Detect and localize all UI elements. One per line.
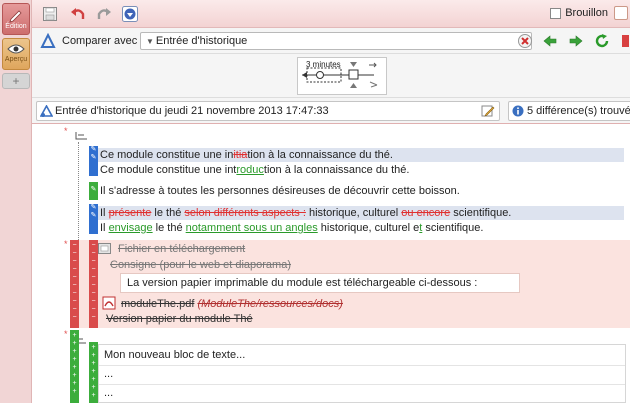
changed-marker-icon: * bbox=[64, 126, 68, 136]
exit-icon[interactable] bbox=[620, 33, 630, 49]
compare-bar: Comparer avec ▼ Entrée d'historique bbox=[32, 28, 630, 54]
removed-file-path: (ModuleThe/ressources/docs) bbox=[197, 298, 343, 310]
next-diff-icon[interactable] bbox=[568, 33, 584, 49]
diff-content: * ✎ ✎ Ce module constitue une initiation … bbox=[32, 124, 630, 403]
mode-bar: Édition Aperçu + bbox=[0, 0, 32, 403]
differences-count-text: 5 différence(s) trouvée(s) bbox=[527, 105, 630, 117]
preview-mode-button[interactable]: Aperçu bbox=[2, 38, 30, 70]
redo-icon[interactable] bbox=[96, 6, 112, 22]
removed-marker-icon: * bbox=[64, 239, 68, 249]
removed-gutter: − − − − − − − − − − bbox=[89, 240, 98, 328]
divider bbox=[99, 384, 625, 385]
history-entry-field[interactable]: Entrée d'historique du jeudi 21 novembre… bbox=[36, 101, 500, 121]
unchanged-gutter: ✎ bbox=[89, 182, 98, 200]
toolbar: Brouillon bbox=[32, 0, 630, 28]
removed-gutter: − − − − − − − − − − bbox=[70, 240, 79, 328]
compare-select[interactable]: ▼ Entrée d'historique bbox=[140, 32, 532, 50]
timeline-panel: 3 minutes bbox=[32, 54, 630, 98]
draft-checkbox[interactable] bbox=[550, 7, 562, 19]
added-text-block[interactable]: Mon nouveau bloc de texte... ... ... bbox=[98, 344, 626, 403]
plus-icon: + bbox=[12, 74, 20, 88]
menu-dropdown-icon[interactable] bbox=[122, 6, 138, 22]
compare-selected-value: Entrée d'historique bbox=[155, 35, 248, 47]
modified-gutter: ✎ ✎ bbox=[89, 204, 98, 234]
added-gutter: + + + + + + + + bbox=[70, 330, 79, 403]
divider bbox=[99, 365, 625, 366]
added-line: Mon nouveau bloc de texte... bbox=[104, 349, 246, 361]
info-icon bbox=[512, 105, 524, 117]
added-line: ... bbox=[104, 368, 114, 380]
removed-block-title: Fichier en téléchargement bbox=[118, 243, 246, 255]
removed-file-name: moduleThe.pdf bbox=[121, 298, 195, 310]
tree-node-icon bbox=[75, 132, 87, 140]
edit-mode-label: Édition bbox=[5, 23, 27, 30]
removed-file-label: Version papier du module Thé bbox=[106, 313, 253, 325]
deleted-text: itia bbox=[233, 149, 248, 161]
diff-old-line: Il présente le thé selon différents aspe… bbox=[98, 206, 624, 220]
draft-toggle[interactable]: Brouillon bbox=[550, 7, 608, 19]
history-timeline[interactable]: 3 minutes bbox=[297, 57, 387, 95]
draft-label: Brouillon bbox=[565, 7, 608, 19]
chevron-down-icon: ▼ bbox=[146, 37, 154, 46]
download-file-icon bbox=[98, 243, 111, 254]
toolbar-overflow-button[interactable] bbox=[614, 6, 628, 20]
pdf-icon bbox=[102, 296, 116, 310]
close-compare-icon[interactable] bbox=[517, 33, 533, 49]
add-mode-button[interactable]: + bbox=[2, 73, 30, 89]
diff-new-line: Ce module constitue une introduction à l… bbox=[100, 164, 410, 176]
added-line: ... bbox=[104, 387, 114, 399]
undo-icon[interactable] bbox=[70, 6, 86, 22]
delta-icon bbox=[40, 33, 56, 48]
removed-block-subtitle: Consigne (pour le web et diaporama) bbox=[110, 259, 291, 271]
edit-mode-button[interactable]: Édition bbox=[2, 3, 30, 35]
inserted-text: roduc bbox=[236, 164, 264, 176]
pencil-icon bbox=[9, 10, 22, 23]
diff-old-line: Ce module constitue une initiation à la … bbox=[98, 148, 624, 162]
eye-icon bbox=[7, 44, 25, 54]
preview-mode-label: Aperçu bbox=[4, 56, 28, 63]
history-compare-icon bbox=[40, 105, 53, 117]
history-info-bar: Entrée d'historique du jeudi 21 novembre… bbox=[32, 98, 630, 124]
save-icon[interactable] bbox=[42, 6, 58, 22]
removed-text-box: La version papier imprimable du module e… bbox=[120, 273, 520, 293]
compare-label: Comparer avec bbox=[62, 35, 138, 47]
refresh-icon[interactable] bbox=[594, 33, 610, 49]
differences-count: 5 différence(s) trouvée(s) bbox=[508, 101, 630, 121]
previous-diff-icon[interactable] bbox=[542, 33, 558, 49]
unchanged-paragraph: Il s'adresse à toutes les personnes dési… bbox=[100, 185, 460, 197]
history-entry-text: Entrée d'historique du jeudi 21 novembre… bbox=[55, 105, 329, 117]
timeline-slider-icon[interactable] bbox=[298, 58, 386, 94]
removed-file-line: moduleThe.pdf (ModuleThe/ressources/docs… bbox=[119, 297, 343, 311]
modified-gutter: ✎ ✎ bbox=[89, 146, 98, 176]
edit-note-icon[interactable] bbox=[481, 104, 495, 118]
removed-block-text: La version papier imprimable du module e… bbox=[127, 277, 478, 289]
added-marker-icon: * bbox=[64, 329, 68, 339]
added-gutter: + + + + + + + bbox=[89, 342, 98, 403]
diff-new-line: Il envisage le thé notamment sous un ang… bbox=[100, 222, 484, 234]
